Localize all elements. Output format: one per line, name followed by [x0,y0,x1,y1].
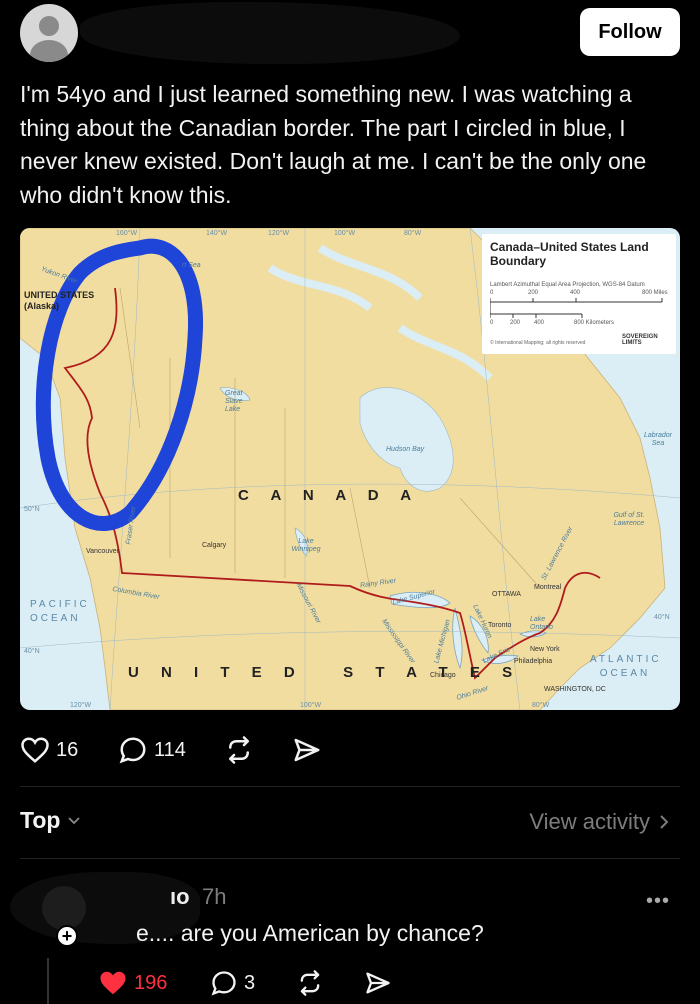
scale-miles-800: 800 Miles [642,290,668,296]
canada-label: C A N A D A [238,487,421,504]
commenter-username[interactable]: ıo [170,884,190,910]
sort-dropdown[interactable]: Top [20,807,82,834]
view-activity-link[interactable]: View activity [529,809,670,835]
beaufort-sea-label: rt Sea [182,262,201,269]
post-reply-button[interactable]: 114 [118,733,186,767]
post-reply-count: 114 [154,738,186,761]
comment-repost-button[interactable] [296,966,324,1000]
divider [20,858,680,859]
redacted-username-scribble [80,2,460,64]
legend-title: Canada–United States Land Boundary [490,240,649,268]
city-philadelphia: Philadelphia [514,658,553,665]
comment-reply-button[interactable]: 3 [210,966,255,1000]
graticule-80w-bottom: 80°W [532,702,550,709]
more-icon[interactable]: ••• [646,890,670,913]
scale-km-400: 400 [534,320,545,326]
divider [20,786,680,787]
labrador-sea-label: Labrador Sea [643,432,673,447]
city-chicago: Chicago [430,672,456,679]
chevron-down-icon [68,816,81,824]
scale-km-200: 200 [510,320,521,326]
chevron-right-icon [660,815,669,829]
comment-text: e.... are you American by chance? [136,920,484,946]
post-like-button[interactable]: 16 [20,733,78,767]
scale-miles-400: 400 [570,290,581,296]
scale-miles-200: 200 [528,290,539,296]
sort-label: Top [20,807,61,833]
graticule-120w-bottom: 120°W [70,702,92,709]
comment-like-count: 196 [134,971,168,994]
city-washington: WASHINGTON, DC [544,686,606,693]
share-icon [294,738,320,762]
comment-icon [211,971,236,996]
united-states-label: U N I T E D S T A T E S [128,664,522,681]
author-avatar[interactable] [20,4,78,62]
graticule-140w: 140°W [206,230,228,237]
comment-timestamp: 7h [202,884,227,909]
post-text: I'm 54yo and I just learned something ne… [20,81,647,208]
city-ottawa: OTTAWA [492,591,521,598]
comment-icon [119,737,146,764]
sovereign-limits-logo: SOVEREIGN LIMITS [622,334,658,346]
city-new-york: New York [530,646,560,653]
map-legend: Canada–United States Land Boundary Lambe… [482,234,676,354]
comment-like-button[interactable]: 196 [98,966,167,1000]
legend-projection: Lambert Azimuthal Equal Area Projection,… [490,282,645,288]
graticule-100w: 100°W [334,230,356,237]
graticule-40n-right: 40°N [654,614,670,621]
comment-share-button[interactable] [364,966,392,1000]
avatar-body-shape [30,40,68,62]
post-repost-button[interactable] [224,733,254,767]
graticule-80w: 80°W [404,230,422,237]
hudson-bay-label: Hudson Bay [386,446,425,453]
repost-icon [300,970,320,996]
post-share-button[interactable] [292,733,322,767]
repost-icon [229,736,249,764]
graticule-120w: 120°W [268,230,290,237]
heart-icon [100,971,126,995]
post-map-image[interactable]: Canada–United States Land Boundary Lambe… [20,228,680,710]
thread-line [47,958,49,1004]
city-vancouver: Vancouver [86,548,119,555]
city-montreal: Montreal [534,584,562,591]
graticule-100w-bottom: 100°W [300,702,322,709]
heart-icon [21,737,49,763]
scale-miles-0: 0 [490,290,494,296]
graticule-50n: 50°N [24,506,40,513]
city-toronto: Toronto [488,622,512,629]
great-slave-lake-label: Great Slave Lake [225,390,243,413]
graticule-40n-left: 40°N [24,648,40,655]
commenter-avatar[interactable] [42,886,86,930]
alaska-label: UNITED STATES (Alaska) [24,290,95,311]
scale-km-0: 0 [490,320,494,326]
lake-winnipeg-label: Lake Winnipeg [291,538,321,553]
post-like-count: 16 [56,738,79,761]
share-icon [366,972,390,994]
follow-button[interactable]: Follow [580,8,680,56]
avatar-head-shape [39,16,59,36]
lake-ontario-label: Lake Ontario [530,616,553,631]
city-calgary: Calgary [202,542,227,549]
scale-km-800: 800 Kilometers [574,320,615,326]
comment-reply-count: 3 [244,971,256,994]
pacific-ocean-label: PACIFIC OCEAN [30,599,90,624]
legend-credit: © International Mapping; all rights rese… [490,340,586,346]
plus-icon[interactable]: + [56,925,78,947]
graticule-160w: 160°W [116,230,138,237]
atlantic-ocean-label: ATLANTIC OCEAN [590,654,662,679]
view-activity-label: View activity [529,809,650,834]
gulf-st-lawrence-label: Gulf of St. Lawrence [613,512,645,527]
